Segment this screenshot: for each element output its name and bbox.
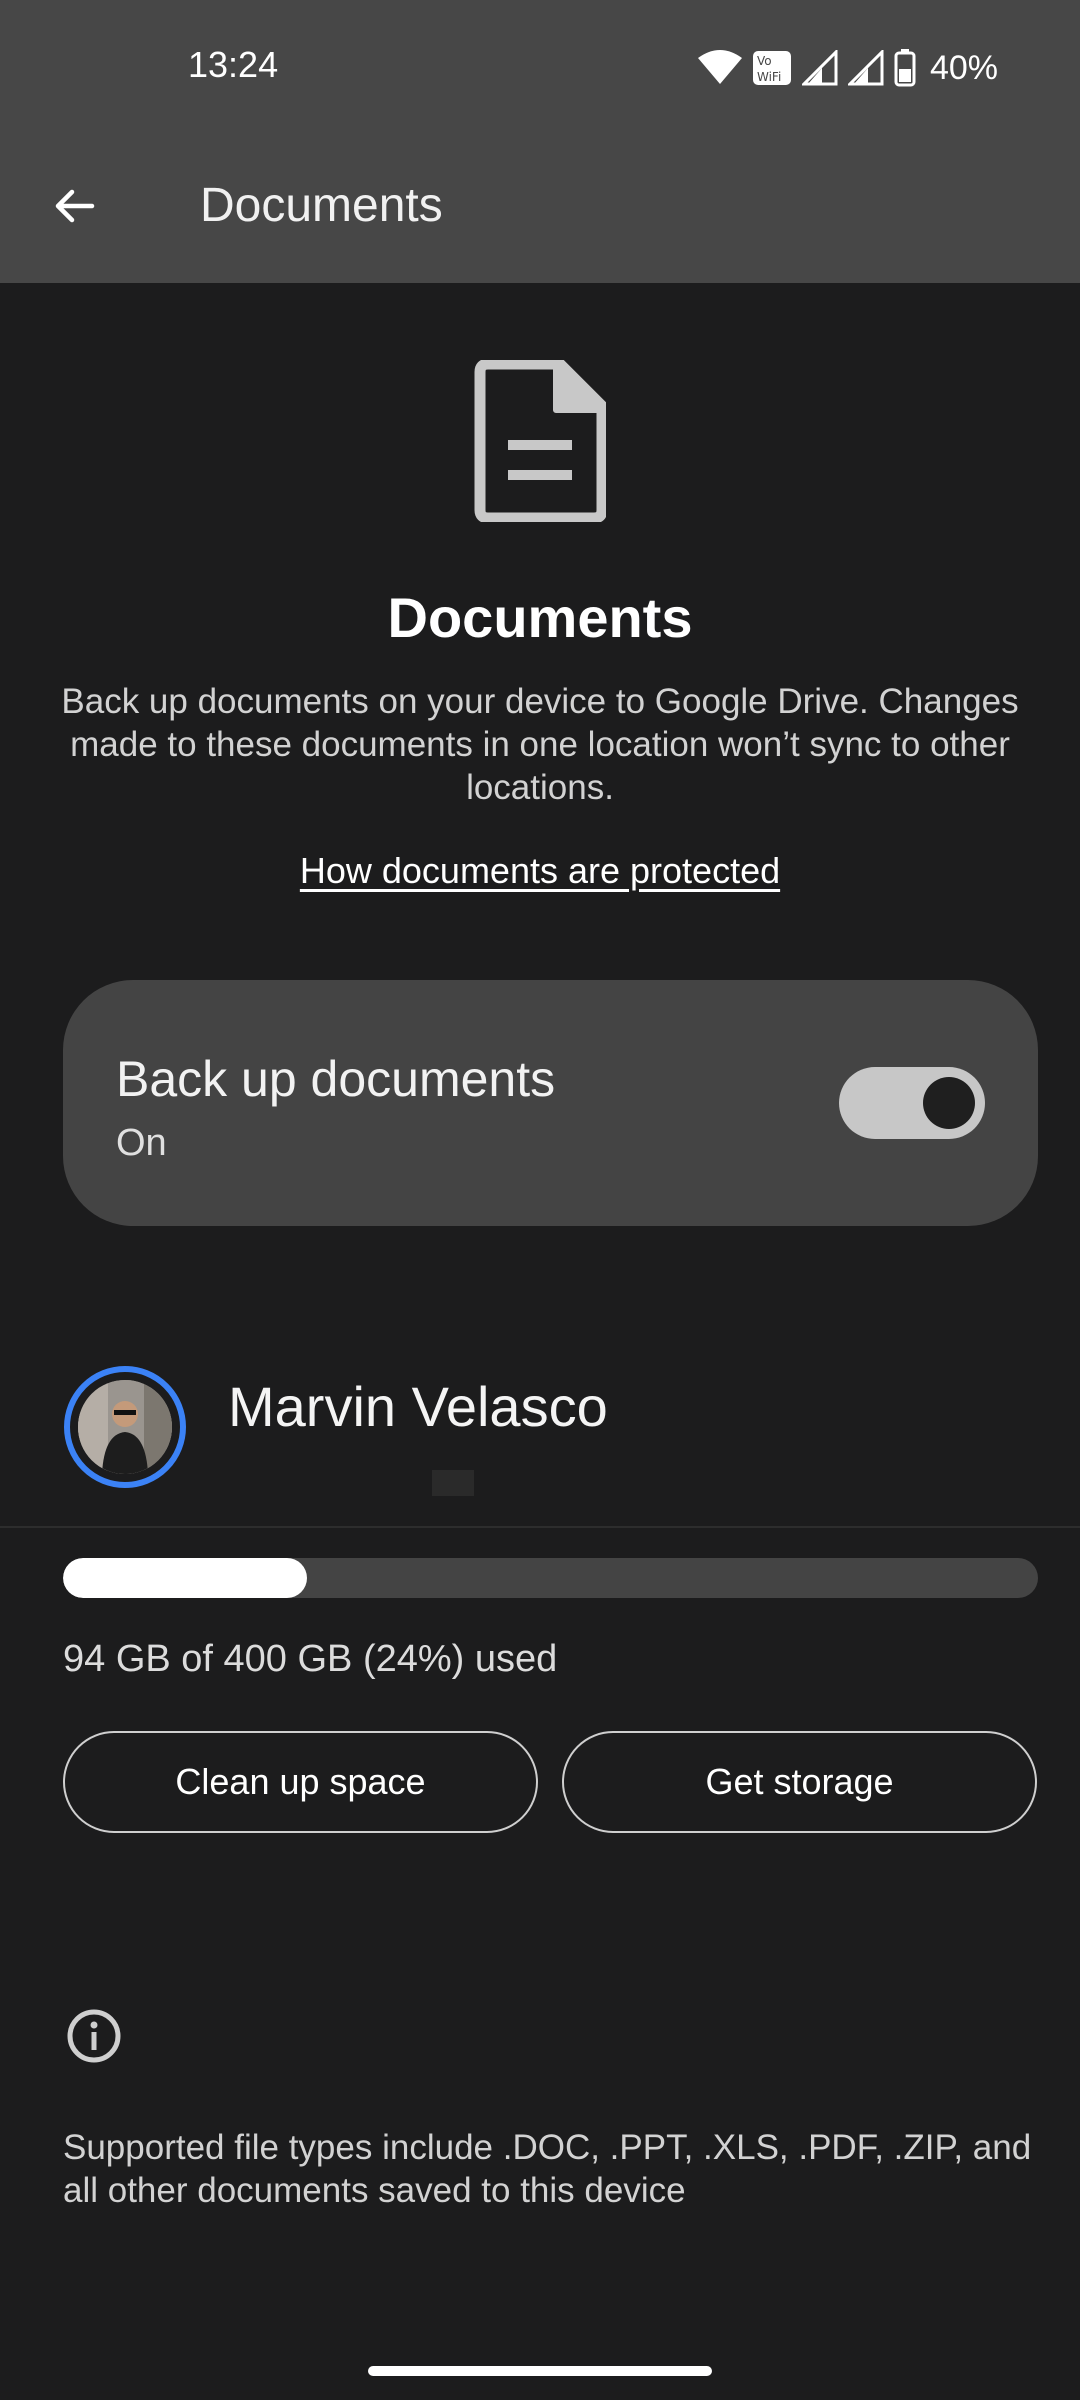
back-button[interactable]	[44, 176, 104, 236]
backup-toggle-status: On	[116, 1122, 167, 1164]
account-name: Marvin Velasco	[228, 1375, 608, 1438]
vowifi-icon: Vo WiFi	[752, 51, 791, 85]
storage-progress-fill	[63, 1558, 307, 1598]
status-time: 13:24	[188, 44, 279, 85]
storage-usage-text: 94 GB of 400 GB (24%) used	[63, 1638, 558, 1680]
hero-title: Documents	[387, 586, 693, 649]
get-storage-button[interactable]: Get storage	[562, 1731, 1037, 1833]
svg-text:Vo: Vo	[757, 54, 772, 68]
page-title: Documents	[200, 179, 443, 232]
info-icon	[67, 2009, 121, 2063]
supported-file-types-text: Supported file types include .DOC, .PPT,…	[63, 2128, 1032, 2210]
svg-text:WiFi: WiFi	[757, 70, 781, 84]
backup-switch[interactable]	[839, 1067, 985, 1139]
storage-progress-bar	[63, 1558, 1038, 1598]
signal-icon	[801, 50, 838, 86]
battery-icon	[894, 49, 916, 87]
divider	[0, 1526, 1080, 1528]
battery-percentage: 40%	[929, 48, 998, 87]
switch-knob	[923, 1077, 975, 1129]
how-documents-protected-link[interactable]: How documents are protected	[0, 850, 1080, 892]
status-icons: Vo WiFi 40%	[697, 44, 998, 92]
wifi-icon	[697, 50, 742, 84]
home-indicator[interactable]	[368, 2366, 712, 2376]
arrow-back-icon	[55, 189, 95, 223]
app-bar: 13:24 Vo WiFi 40% Documents	[0, 0, 1080, 283]
hero-description: Back up documents on your device to Goog…	[61, 682, 1019, 807]
clean-up-space-button[interactable]: Clean up space	[63, 1731, 538, 1833]
document-icon	[474, 360, 606, 522]
redacted-email	[432, 1470, 474, 1496]
backup-toggle-title: Back up documents	[116, 1051, 556, 1107]
avatar[interactable]	[64, 1366, 186, 1488]
backup-toggle-card[interactable]: Back up documents On	[63, 980, 1038, 1226]
avatar-photo	[78, 1380, 172, 1474]
signal-icon	[847, 50, 884, 86]
